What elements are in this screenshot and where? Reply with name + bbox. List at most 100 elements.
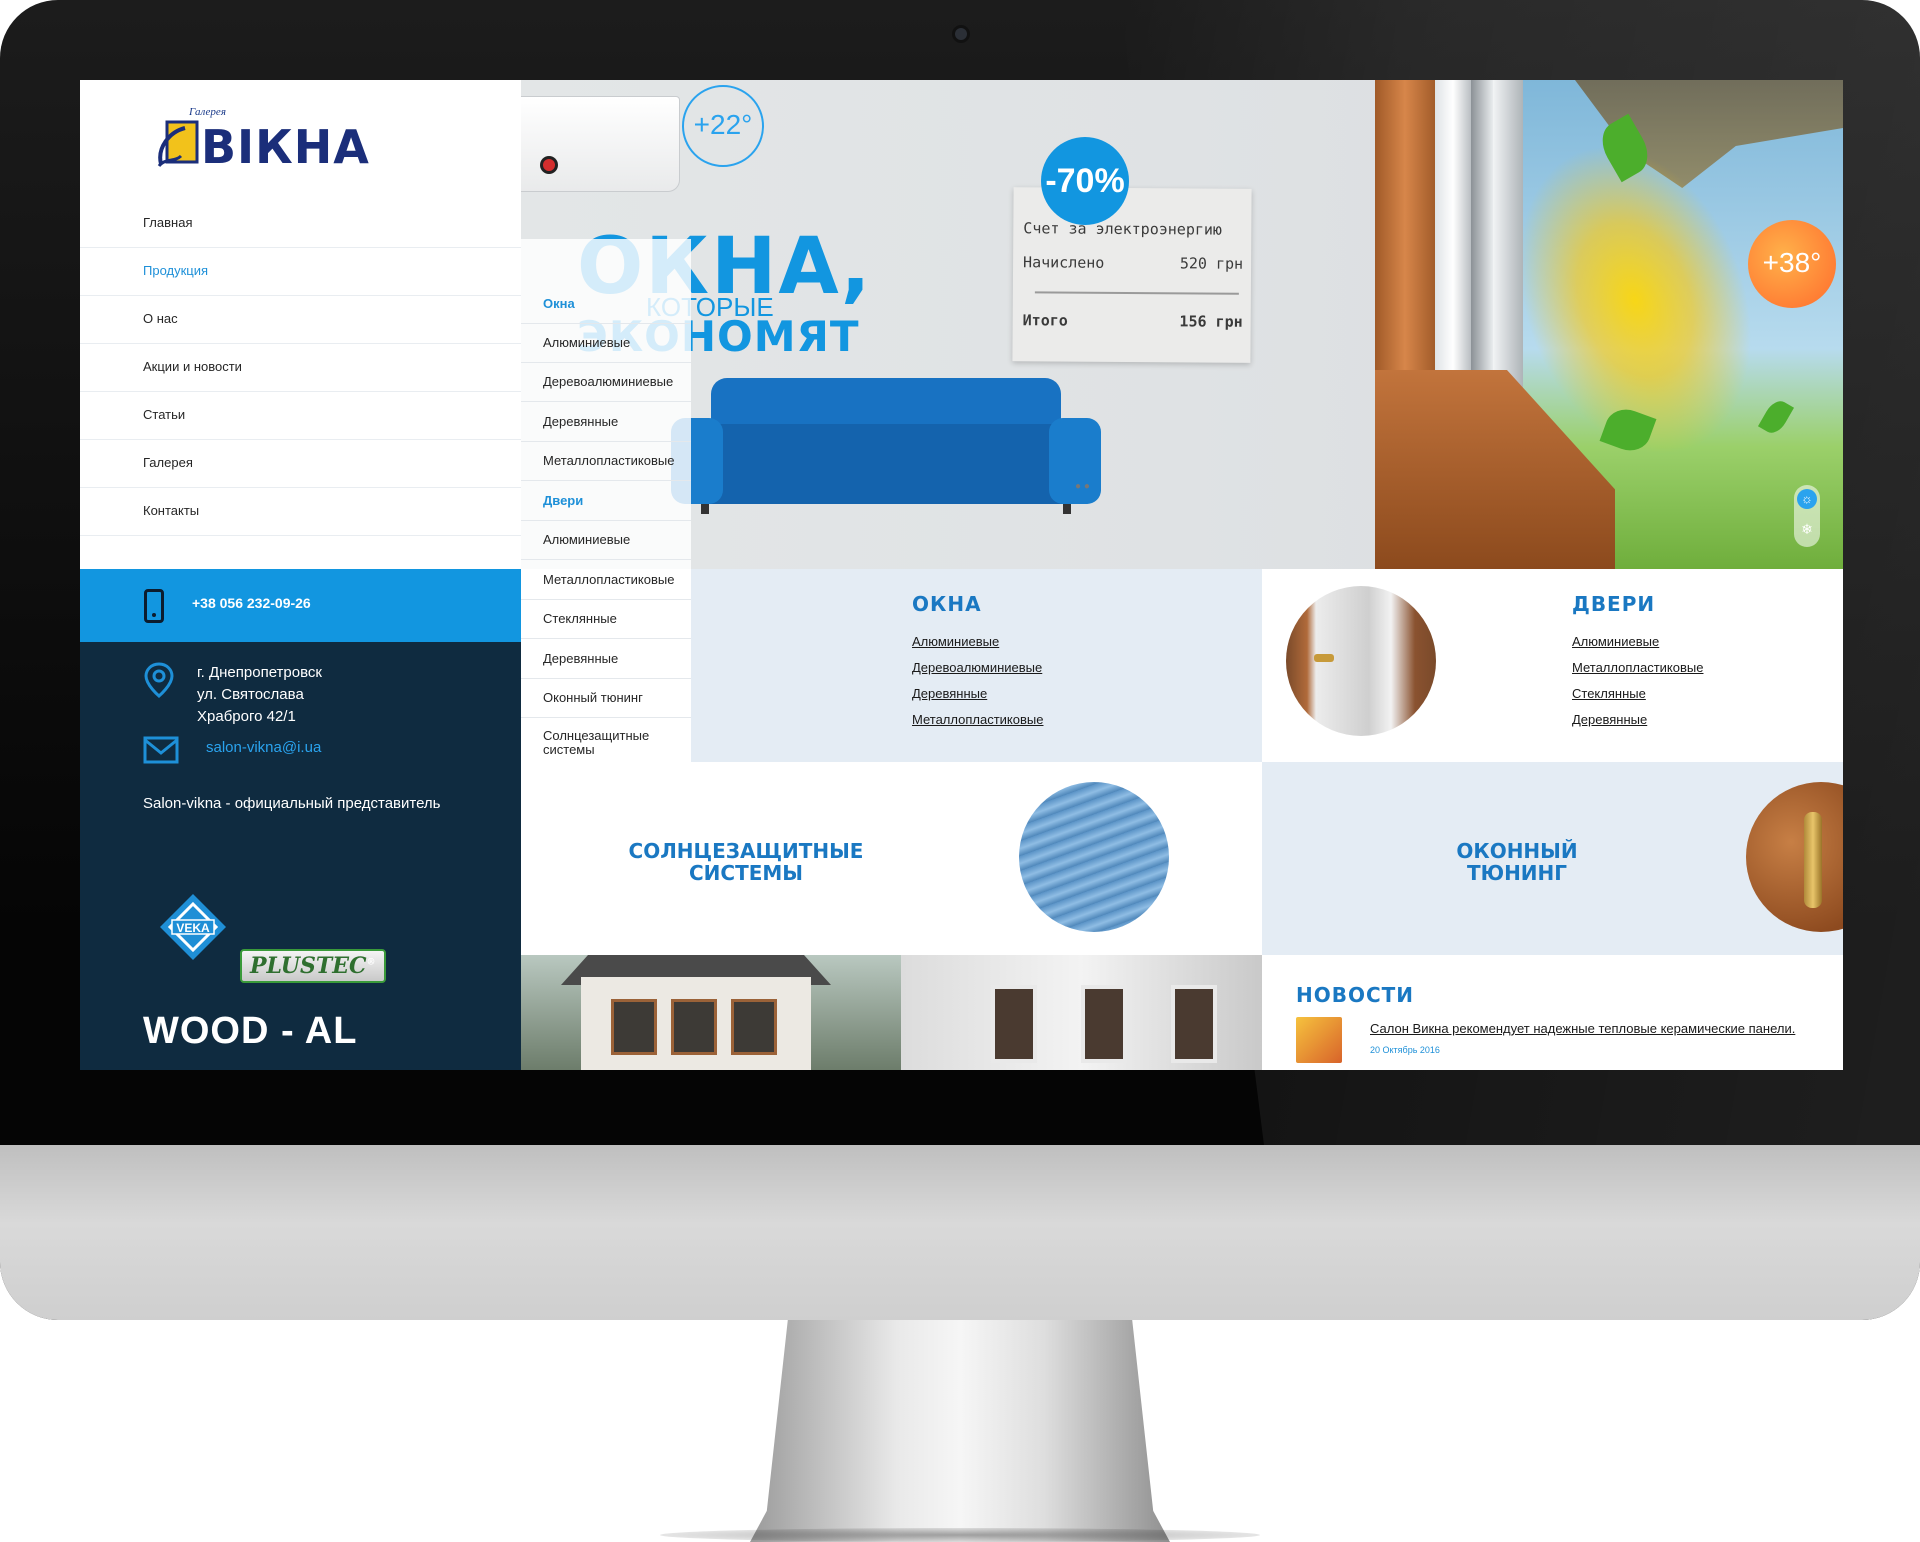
windows-link[interactable]: Деревянные <box>912 686 987 701</box>
submenu-item[interactable]: Стеклянные <box>543 611 617 626</box>
window-tuning-title-line: ТЮНИНГ <box>1466 861 1568 885</box>
door-image <box>1286 586 1436 736</box>
submenu-item[interactable]: Металлопластиковые <box>543 453 674 468</box>
windows-link[interactable]: Металлопластиковые <box>912 712 1043 727</box>
submenu-item[interactable]: Металлопластиковые <box>543 572 674 587</box>
nav-item-articles[interactable]: Статьи <box>80 392 521 440</box>
submenu-item[interactable]: Деревоалюминиевые <box>543 374 673 389</box>
receipt-divider <box>1034 291 1239 295</box>
news-title[interactable]: НОВОСТИ <box>1296 983 1414 1007</box>
window-profile-cutaway <box>1375 80 1615 569</box>
address-line: ул. Святослава <box>197 686 304 703</box>
veka-logo[interactable]: VEKA <box>158 892 228 962</box>
address: г. Днепропетровск ул. Святослава Храброг… <box>197 662 322 728</box>
discount-text: -70% <box>1045 162 1125 200</box>
news-item-link[interactable]: Салон Викна рекомендует надежные тепловы… <box>1370 1021 1795 1036</box>
submenu-item[interactable]: Солнцезащитные системы <box>543 729 663 757</box>
stand-shadow <box>660 1528 1260 1542</box>
windows-card-title[interactable]: ОКНА <box>912 592 982 616</box>
mail-icon <box>143 736 179 764</box>
outdoor-temp: +38° <box>1762 247 1822 278</box>
submenu-divider <box>521 717 691 718</box>
submenu-item[interactable]: Алюминиевые <box>543 532 630 547</box>
sidebar: Галерея ВIКНА Главная Продукция О нас Ак… <box>80 80 521 1070</box>
submenu-divider <box>521 599 691 600</box>
submenu-divider <box>521 638 691 639</box>
receipt-total-value: 156 грн <box>1179 312 1243 331</box>
submenu-divider <box>521 480 691 481</box>
submenu-item[interactable]: Алюминиевые <box>543 335 630 350</box>
air-conditioner-image <box>521 96 680 192</box>
hero-banner: +22° ОКНА, КОТОРЫЕ ЭКОНОМЯТ ● ● Счет за … <box>521 80 1843 569</box>
sofa-image <box>671 378 1101 516</box>
camera-icon <box>955 28 967 40</box>
indoor-temp: +22° <box>693 109 753 140</box>
submenu-divider <box>521 362 691 363</box>
representative-text: Salon-vikna - официальный представитель <box>143 795 441 812</box>
receipt-charged-value: 520 грн <box>1179 254 1244 273</box>
logo-kicker: Галерея <box>189 106 226 118</box>
sun-icon[interactable]: ☼ <box>1797 489 1817 509</box>
receipt-total-label: Итого <box>1022 311 1068 330</box>
submenu-divider <box>521 401 691 402</box>
snowflake-icon[interactable]: ❄ <box>1797 519 1817 539</box>
window-handle-image <box>1746 782 1843 932</box>
doors-card: ДВЕРИ Алюминиевые Металлопластиковые Сте… <box>1262 569 1843 762</box>
main-nav: Главная Продукция О нас Акции и новости … <box>80 200 521 536</box>
nav-item-label: Главная <box>143 215 193 230</box>
nav-item-label: О нас <box>143 311 178 326</box>
phone-bar: +38 056 232-09-26 <box>80 569 521 642</box>
doors-link[interactable]: Стеклянные <box>1572 686 1646 701</box>
products-submenu: Окна Алюминиевые Деревоалюминиевые Дерев… <box>521 239 691 774</box>
logo-mark-icon <box>157 120 199 168</box>
news-thumbnail[interactable] <box>1296 1017 1342 1063</box>
nav-item-label: Продукция <box>143 263 209 278</box>
doors-link[interactable]: Металлопластиковые <box>1572 660 1703 675</box>
address-line: Храброго 42/1 <box>197 708 296 725</box>
house-photo <box>521 955 1262 1070</box>
receipt-title: Счет за электроэнергию <box>1023 219 1223 239</box>
submenu-heading-doors[interactable]: Двери <box>543 493 583 508</box>
phone-number[interactable]: +38 056 232-09-26 <box>192 595 311 611</box>
email-link[interactable]: salon-vikna@i.ua <box>206 739 321 756</box>
doors-link[interactable]: Деревянные <box>1572 712 1647 727</box>
electricity-receipt: Счет за электроэнергию Начислено 520 грн… <box>1012 187 1252 363</box>
nav-item-label: Акции и новости <box>143 359 242 374</box>
nav-item-promotions[interactable]: Акции и новости <box>80 344 521 392</box>
registered-mark: ® <box>366 957 376 968</box>
window-tuning-card[interactable]: ОКОННЫЙ ТЮНИНГ <box>1262 762 1843 955</box>
contacts-block: г. Днепропетровск ул. Святослава Храброг… <box>80 642 521 1070</box>
slider-dots[interactable]: ● ● <box>1075 481 1090 492</box>
plustec-logo[interactable]: PLUSTEC® <box>240 949 386 983</box>
submenu-item[interactable]: Оконный тюнинг <box>543 690 643 705</box>
mobile-phone-icon <box>144 589 164 623</box>
submenu-divider <box>521 441 691 442</box>
doors-link[interactable]: Алюминиевые <box>1572 634 1659 649</box>
submenu-divider <box>521 678 691 679</box>
windows-link[interactable]: Алюминиевые <box>912 634 999 649</box>
submenu-item[interactable]: Деревянные <box>543 651 618 666</box>
submenu-heading-windows[interactable]: Окна <box>543 296 575 311</box>
nav-item-products[interactable]: Продукция <box>80 248 521 296</box>
doors-card-title[interactable]: ДВЕРИ <box>1572 592 1655 616</box>
sun-protection-card[interactable]: СОЛНЦЕЗАЩИТНЫЕ СИСТЕМЫ <box>521 762 1262 955</box>
windows-card: ОКНА Алюминиевые Деревоалюминиевые Дерев… <box>691 569 1262 762</box>
window-nature-image <box>1375 80 1843 569</box>
wood-al-logo[interactable]: WOOD - AL <box>143 1010 357 1053</box>
nav-item-gallery[interactable]: Галерея <box>80 440 521 488</box>
nav-item-label: Статьи <box>143 407 186 422</box>
veka-logo-text: VEKA <box>176 921 210 935</box>
receipt-charged-label: Начислено <box>1023 253 1105 272</box>
nav-item-label: Контакты <box>143 503 200 518</box>
site-logo[interactable]: Галерея ВIКНА <box>153 106 369 186</box>
windows-link[interactable]: Деревоалюминиевые <box>912 660 1042 675</box>
plustec-logo-text: PLUSTEC <box>250 953 367 979</box>
nav-item-contacts[interactable]: Контакты <box>80 488 521 536</box>
nav-item-about[interactable]: О нас <box>80 296 521 344</box>
sun-protection-title-line: СОЛНЦЕЗАЩИТНЫЕ <box>628 839 864 863</box>
nav-item-home[interactable]: Главная <box>80 200 521 248</box>
address-line: г. Днепропетровск <box>197 664 322 681</box>
submenu-item[interactable]: Деревянные <box>543 414 618 429</box>
logo-wordmark: ВIКНА <box>201 120 370 174</box>
monitor-stand <box>750 1320 1170 1542</box>
